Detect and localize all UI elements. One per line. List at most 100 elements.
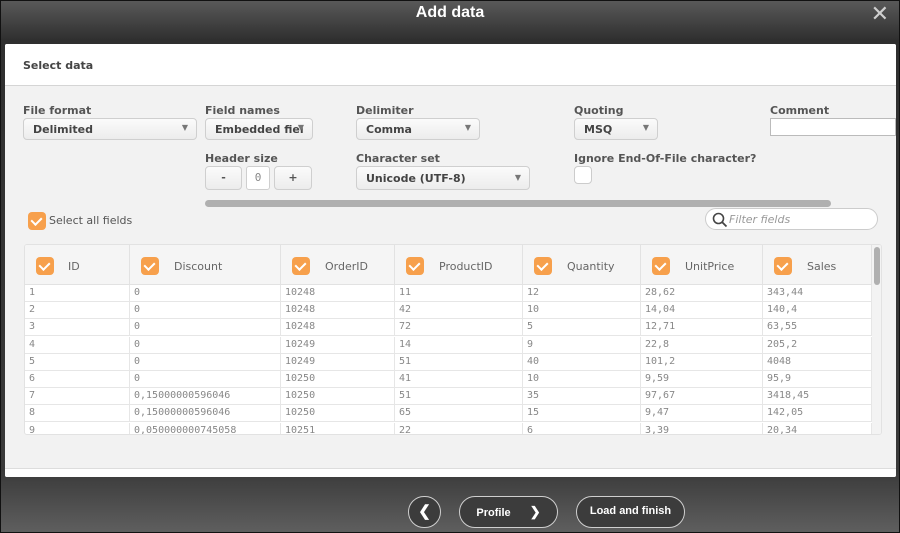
column-checkbox[interactable] <box>534 257 552 275</box>
table-row: 4 0 10249 14 9 22,8 205,2 <box>25 336 872 354</box>
table-cell-sales: 3418,45 <box>763 388 872 406</box>
table-cell-unitprice: 22,8 <box>641 336 763 354</box>
quoting-value: MSQ <box>584 123 613 136</box>
close-icon[interactable]: ✕ <box>871 3 889 27</box>
options-horizontal-scrollbar[interactable] <box>205 200 831 207</box>
table-cell-sales: 205,2 <box>763 336 872 354</box>
table-cell-productid: 42 <box>395 302 523 320</box>
table-cell-quantity: 5 <box>523 319 641 337</box>
field-names-value: Embedded fiel <box>215 123 304 136</box>
load-and-finish-button[interactable]: Load and finish <box>576 496 685 528</box>
field-names-label: Field names <box>205 104 280 117</box>
table-cell-sales: 343,44 <box>763 285 872 302</box>
column-label: OrderID <box>325 260 368 273</box>
table-cell-unitprice: 9,47 <box>641 405 763 423</box>
table-row: 8 0,15000000596046 10250 65 15 9,47 142,05 <box>25 405 872 423</box>
table-cell-quantity: 12 <box>523 285 641 302</box>
delimiter-dropdown[interactable]: Comma ▼ <box>356 118 480 140</box>
column-checkbox[interactable] <box>36 257 54 275</box>
column-checkbox[interactable] <box>652 257 670 275</box>
section-title: Select data <box>23 59 94 72</box>
table-cell-quantity: 10 <box>523 371 641 388</box>
table-cell-orderid: 10251 <box>281 422 395 434</box>
table-cell-unitprice: 3,39 <box>641 422 763 434</box>
table-cell-productid: 14 <box>395 336 523 354</box>
table-cell-sales: 140,4 <box>763 302 872 320</box>
table-cell-productid: 72 <box>395 319 523 337</box>
table-cell-productid: 65 <box>395 405 523 423</box>
select-data-panel: Select data File format Delimited ▼ Field… <box>5 44 896 477</box>
table-cell-sales: 63,55 <box>763 319 872 337</box>
column-header-quantity: Quantity <box>523 245 641 285</box>
comment-label: Comment <box>770 104 830 117</box>
column-header-sales: Sales <box>763 245 872 285</box>
table-cell-discount: 0 <box>130 319 281 337</box>
select-all-label: Select all fields <box>49 214 133 227</box>
select-all-checkbox[interactable] <box>28 212 46 230</box>
chevron-right-icon: ❯ <box>529 504 541 519</box>
table-cell-id: 7 <box>25 388 130 406</box>
column-label: UnitPrice <box>685 260 735 273</box>
table-cell-discount: 0 <box>130 302 281 320</box>
table-row: 7 0,15000000596046 10250 51 35 97,67 3418,45 <box>25 388 872 406</box>
table-cell-orderid: 10250 <box>281 388 395 406</box>
table-cell-id: 2 <box>25 302 130 320</box>
table-scrollbar-track[interactable] <box>872 245 881 434</box>
dialog-title: Add data <box>415 4 485 21</box>
header-size-increment-button[interactable]: + <box>274 166 312 190</box>
table-row: 2 0 10248 42 10 14,04 140,4 <box>25 302 872 320</box>
table-row: 1 0 10248 11 12 28,62 343,44 <box>25 285 872 302</box>
table-cell-productid: 51 <box>395 388 523 406</box>
quoting-label: Quoting <box>574 104 624 117</box>
table-cell-unitprice: 28,62 <box>641 285 763 302</box>
profile-button[interactable]: Profile ❯ <box>459 496 558 528</box>
column-header-id: ID <box>25 245 130 285</box>
back-button[interactable]: ❮ <box>408 496 441 528</box>
table-cell-id: 6 <box>25 371 130 388</box>
table-cell-id: 1 <box>25 285 130 302</box>
table-cell-sales: 142,05 <box>763 405 872 423</box>
column-checkbox[interactable] <box>774 257 792 275</box>
table-cell-productid: 22 <box>395 422 523 434</box>
table-cell-discount: 0 <box>130 336 281 354</box>
data-preview-table: ID Discount OrderID ProductID Quantity UnitPr… <box>24 244 882 435</box>
table-cell-orderid: 10249 <box>281 353 395 371</box>
table-cell-id: 3 <box>25 319 130 337</box>
column-header-discount: Discount <box>130 245 281 285</box>
table-cell-quantity: 35 <box>523 388 641 406</box>
column-checkbox[interactable] <box>406 257 424 275</box>
chevron-down-icon: ▼ <box>181 123 188 132</box>
character-set-label: Character set <box>356 152 440 165</box>
character-set-dropdown[interactable]: Unicode (UTF-8) ▼ <box>356 166 530 190</box>
quoting-dropdown[interactable]: MSQ ▼ <box>574 118 658 140</box>
table-cell-id: 5 <box>25 353 130 371</box>
file-format-dropdown[interactable]: Delimited ▼ <box>23 118 197 140</box>
header-size-decrement-button[interactable]: - <box>205 166 242 190</box>
table-cell-unitprice: 101,2 <box>641 353 763 371</box>
comment-input[interactable] <box>770 118 896 136</box>
field-names-dropdown[interactable]: Embedded fiel ▼ <box>205 118 313 140</box>
table-cell-sales: 20,34 <box>763 422 872 434</box>
table-cell-id: 8 <box>25 405 130 423</box>
table-cell-quantity: 10 <box>523 302 641 320</box>
ignore-eof-checkbox[interactable] <box>574 166 592 184</box>
table-cell-discount: 0 <box>130 353 281 371</box>
header-size-input[interactable]: 0 <box>246 166 270 190</box>
column-label: Quantity <box>567 260 615 273</box>
filter-placeholder: Filter fields <box>729 213 791 226</box>
table-cell-unitprice: 14,04 <box>641 302 763 320</box>
filter-fields-input[interactable]: Filter fields <box>705 208 878 230</box>
column-checkbox[interactable] <box>141 257 159 275</box>
delimiter-label: Delimiter <box>356 104 414 117</box>
column-label: Sales <box>807 260 837 273</box>
table-cell-orderid: 10248 <box>281 285 395 302</box>
table-scrollbar-thumb[interactable] <box>874 247 880 285</box>
chevron-left-icon: ❮ <box>418 503 431 520</box>
file-format-value: Delimited <box>33 123 93 136</box>
column-header-orderid: OrderID <box>281 245 395 285</box>
table-row: 6 0 10250 41 10 9,59 95,9 <box>25 371 872 388</box>
table-cell-discount: 0,15000000596046 <box>130 388 281 406</box>
chevron-down-icon: ▼ <box>464 123 471 132</box>
column-checkbox[interactable] <box>292 257 310 275</box>
table-cell-discount: 0,050000000745058 <box>130 422 281 434</box>
